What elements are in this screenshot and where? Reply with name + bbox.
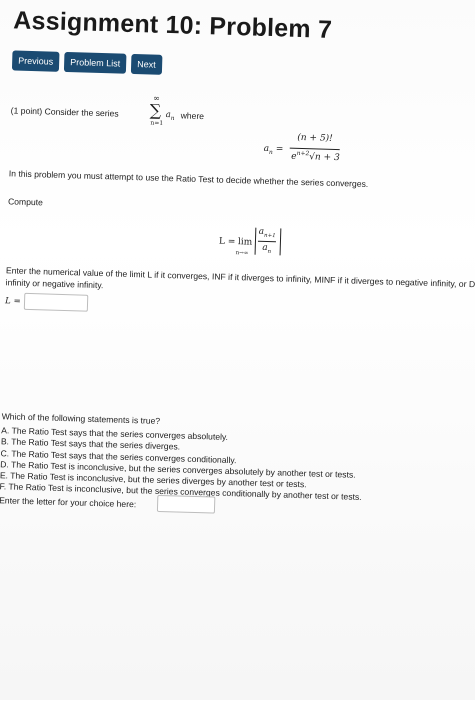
intro-where: where [180, 110, 205, 122]
lim-subscript: n→∞ [235, 250, 249, 257]
problem-navigation: Previous Problem List Next [11, 50, 163, 75]
ratio-numerator: an+1 [258, 226, 276, 240]
L-input-label: L = [4, 296, 21, 307]
an-numerator: (n + 5)! [297, 132, 333, 144]
choice-answer-input[interactable] [156, 494, 216, 514]
instruction-text: In this problem you must attempt to use … [8, 168, 369, 190]
series-term: an [165, 109, 175, 122]
abs-right-bar [279, 228, 282, 256]
limit-lhs: L = [218, 236, 236, 248]
L-answer-input[interactable] [23, 292, 89, 312]
an-label: an = [263, 143, 284, 156]
enter-value-line2: infinity or negative infinity. [5, 277, 104, 291]
previous-button[interactable]: Previous [11, 50, 60, 72]
sum-lower-limit: n=1 [150, 119, 164, 127]
question-text: Which of the following statements is tru… [1, 411, 161, 426]
options-list: A. The Ratio Test says that the series c… [0, 425, 363, 503]
problem-page: Assignment 10: Problem 7 Previous Proble… [0, 0, 475, 714]
problem-list-button[interactable]: Problem List [63, 51, 127, 74]
choice-label: Enter the letter for your choice here: [0, 495, 137, 510]
an-denominator: en+2√n + 3 [291, 149, 340, 164]
page-title: Assignment 10: Problem 7 [12, 6, 333, 44]
sum-symbol: ∑ [149, 100, 162, 120]
next-button[interactable]: Next [130, 53, 163, 75]
ratio-denominator: an [262, 242, 272, 255]
intro-text: (1 point) Consider the series [10, 105, 119, 119]
compute-label: Compute [7, 196, 44, 208]
